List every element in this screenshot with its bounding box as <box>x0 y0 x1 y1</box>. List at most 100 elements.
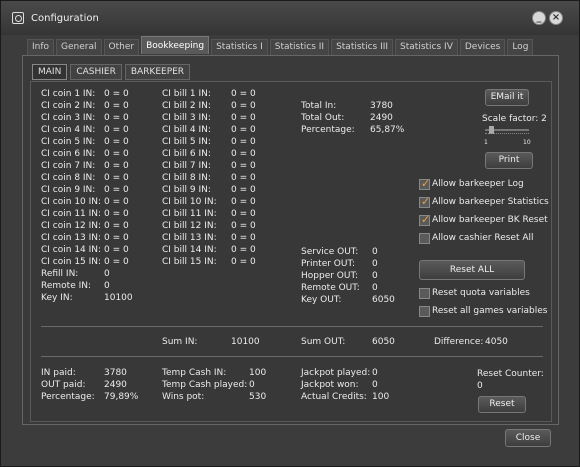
reset-checkbox-2[interactable] <box>419 306 430 317</box>
reset-all-button[interactable]: Reset ALL <box>419 260 525 280</box>
jackpot-row-3-value: 100 <box>372 392 390 402</box>
close-button[interactable]: Close <box>505 429 551 447</box>
paid-row-3-value: 79,89% <box>104 392 139 402</box>
checkbox-label-1: Allow barkeeper Log <box>432 179 524 189</box>
reset-counter-button[interactable]: Reset <box>478 396 526 413</box>
sum-out-label: Sum OUT: <box>301 337 346 347</box>
temp-row-1-value: 100 <box>249 368 267 378</box>
sum-out-value: 6050 <box>372 337 395 347</box>
checkbox-2[interactable] <box>419 195 430 208</box>
coin-row-18-value: 10100 <box>104 293 133 303</box>
tab-general[interactable]: General <box>56 39 102 55</box>
bill-row-6-label: CI bill 6 IN: <box>162 149 211 159</box>
configuration-window: Configuration _ × Info General Other Bookke… <box>0 0 580 467</box>
coin-row-5-value: 0 = 0 <box>104 137 129 147</box>
bill-row-10-value: 0 = 0 <box>231 197 256 207</box>
coin-row-8-label: CI coin 8 IN: <box>41 173 96 183</box>
out-row-3-value: 0 <box>372 271 378 281</box>
bill-row-10-label: CI bill 10 IN: <box>162 197 217 207</box>
coin-row-2-label: CI coin 2 IN: <box>41 101 96 111</box>
minimize-icon[interactable]: _ <box>532 11 546 25</box>
bill-row-2-value: 0 = 0 <box>231 101 256 111</box>
reset-counter-value: 0 <box>477 381 483 391</box>
close-icon[interactable]: × <box>549 11 563 25</box>
reset-checkbox-1[interactable] <box>419 288 430 299</box>
tab-statistics-ii[interactable]: Statistics II <box>269 39 330 55</box>
paid-row-2-value: 2490 <box>104 380 127 390</box>
total-row-3-value: 65,87% <box>370 125 405 135</box>
subtab-cashier[interactable]: CASHIER <box>70 64 122 80</box>
bill-row-12-label: CI bill 12 IN: <box>162 221 217 231</box>
tab-statistics-iii[interactable]: Statistics III <box>331 39 394 55</box>
out-row-5-value: 6050 <box>372 295 395 305</box>
out-row-1-value: 0 <box>372 247 378 257</box>
bill-row-6-value: 0 = 0 <box>231 149 256 159</box>
temp-row-2-value: 0 <box>249 380 255 390</box>
out-row-2-label: Printer OUT: <box>301 259 356 269</box>
temp-row-3-value: 530 <box>249 392 267 402</box>
paid-row-1-label: IN paid: <box>41 368 76 378</box>
bill-row-12-value: 0 = 0 <box>231 221 256 231</box>
coin-row-9-value: 0 = 0 <box>104 185 129 195</box>
coin-row-4-value: 0 = 0 <box>104 125 129 135</box>
coin-row-2-value: 0 = 0 <box>104 101 129 111</box>
coin-row-11-label: CI coin 11 IN: <box>41 209 102 219</box>
divider-bottom <box>41 356 543 357</box>
coin-row-12-label: CI coin 12 IN: <box>41 221 102 231</box>
bill-row-11-value: 0 = 0 <box>231 209 256 219</box>
subtab-barkeeper[interactable]: BARKEEPER <box>124 64 191 80</box>
out-row-3-label: Hopper OUT: <box>301 271 359 281</box>
reset-counter-label: Reset Counter: <box>477 369 544 379</box>
scale-max-label: 10 <box>523 139 531 146</box>
subtab-main[interactable]: MAIN <box>32 64 68 80</box>
jackpot-row-2-value: 0 <box>372 380 378 390</box>
bill-row-7-value: 0 = 0 <box>231 161 256 171</box>
print-button[interactable]: Print <box>485 152 533 169</box>
total-row-1-label: Total In: <box>301 101 337 111</box>
coin-row-4-label: CI coin 4 IN: <box>41 125 96 135</box>
total-row-2-label: Total Out: <box>301 113 345 123</box>
tab-info[interactable]: Info <box>27 39 55 55</box>
coin-row-10-value: 0 = 0 <box>104 197 129 207</box>
bill-row-9-label: CI bill 9 IN: <box>162 185 211 195</box>
bill-row-13-label: CI bill 13 IN: <box>162 233 217 243</box>
temp-row-1-label: Temp Cash IN: <box>162 368 227 378</box>
slider-ticks <box>485 133 529 136</box>
tab-log[interactable]: Log <box>507 39 534 55</box>
tab-other[interactable]: Other <box>103 39 140 55</box>
total-row-3-label: Percentage: <box>301 125 355 135</box>
coin-row-16-label: Refill IN: <box>41 269 79 279</box>
checkbox-4[interactable] <box>419 233 430 244</box>
tab-devices[interactable]: Devices <box>459 39 506 55</box>
app-icon <box>12 12 24 24</box>
bill-row-4-value: 0 = 0 <box>231 125 256 135</box>
coin-row-15-label: CI coin 15 IN: <box>41 257 102 267</box>
divider-top <box>41 326 543 327</box>
bill-row-5-label: CI bill 5 IN: <box>162 137 211 147</box>
checkbox-3[interactable] <box>419 213 430 226</box>
checkbox-1[interactable] <box>419 177 430 190</box>
out-row-2-value: 0 <box>372 259 378 269</box>
out-row-1-label: Service OUT: <box>301 247 359 257</box>
scale-factor-slider[interactable] <box>485 126 529 140</box>
paid-row-2-label: OUT paid: <box>41 380 86 390</box>
tab-statistics-iv[interactable]: Statistics IV <box>395 39 458 55</box>
tab-statistics-i[interactable]: Statistics I <box>211 39 268 55</box>
coin-row-7-value: 0 = 0 <box>104 161 129 171</box>
email-button[interactable]: EMail it <box>485 89 529 106</box>
temp-row-2-label: Temp Cash played: <box>162 380 248 390</box>
coin-row-3-value: 0 = 0 <box>104 113 129 123</box>
coin-row-6-label: CI coin 6 IN: <box>41 149 96 159</box>
coin-row-16-value: 0 <box>104 269 110 279</box>
paid-row-1-value: 3780 <box>104 368 127 378</box>
out-row-5-label: Key OUT: <box>301 295 342 305</box>
bill-row-14-value: 0 = 0 <box>231 245 256 255</box>
bill-row-9-value: 0 = 0 <box>231 185 256 195</box>
checkbox-label-4: Allow cashier Reset All <box>432 233 534 243</box>
bill-row-7-label: CI bill 7 IN: <box>162 161 211 171</box>
tab-bookkeeping[interactable]: Bookkeeping <box>141 36 210 54</box>
bill-row-8-value: 0 = 0 <box>231 173 256 183</box>
bill-row-14-label: CI bill 14 IN: <box>162 245 217 255</box>
title-bar: Configuration _ × <box>1 1 579 35</box>
bill-row-15-value: 0 = 0 <box>231 257 256 267</box>
